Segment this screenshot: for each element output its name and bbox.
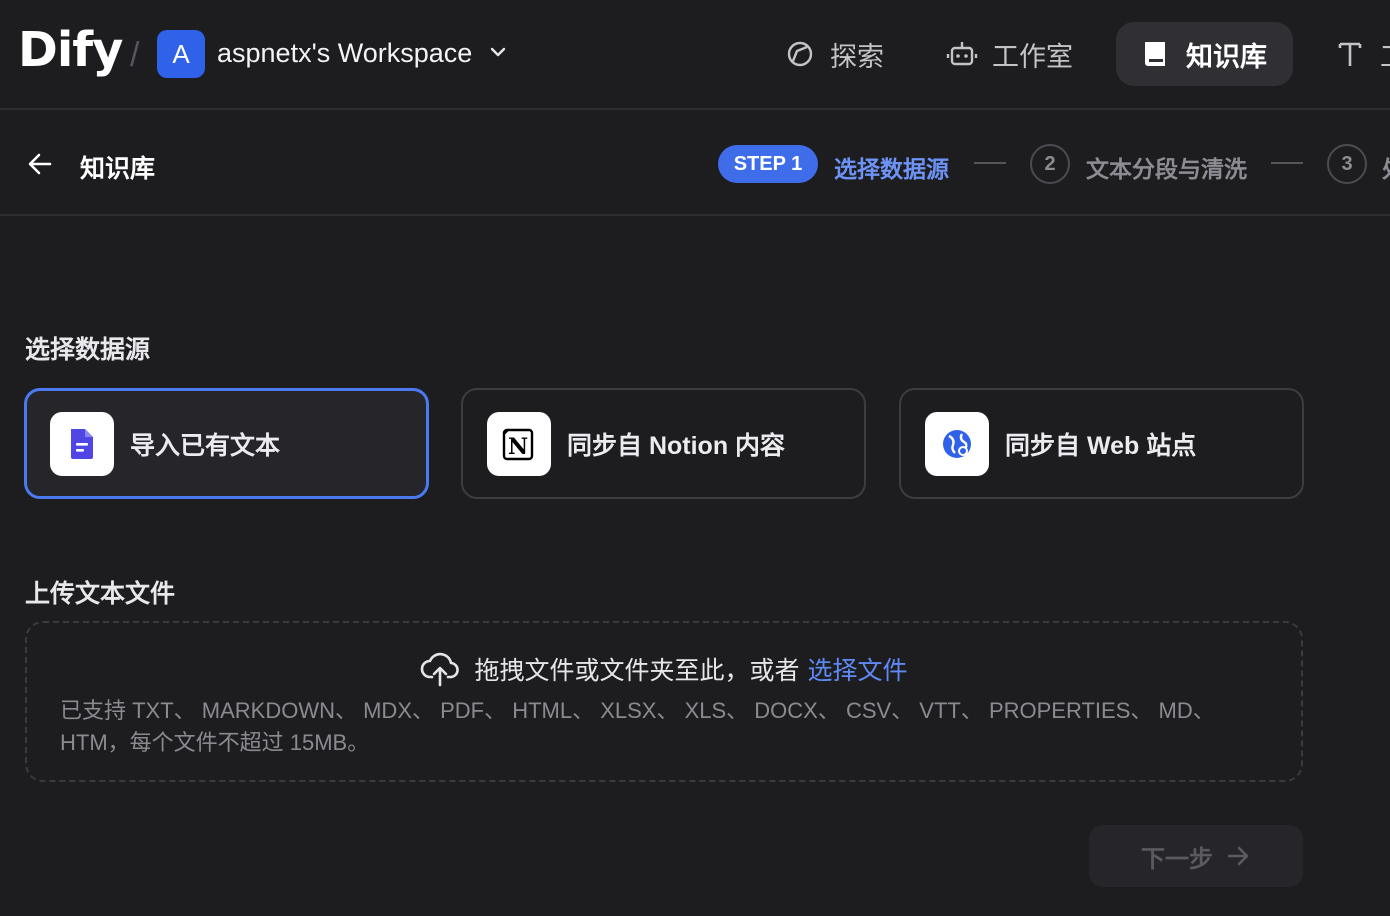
- top-navbar: Dify / A aspnetx's Workspace 探索 工作室 知识库: [0, 0, 1390, 110]
- book-icon: [1145, 42, 1165, 66]
- next-step-button[interactable]: 下一步: [1089, 825, 1303, 887]
- step3-label: 处: [1382, 150, 1390, 184]
- workspace-name[interactable]: aspnetx's Workspace: [217, 38, 472, 69]
- chevron-down-icon[interactable]: [488, 42, 508, 62]
- datasource-title: 选择数据源: [25, 336, 151, 364]
- step1-label: 选择数据源: [834, 156, 949, 182]
- tools-icon: [1338, 42, 1362, 66]
- step2-label: 文本分段与清洗: [1086, 156, 1247, 182]
- upload-title: 上传文本文件: [25, 580, 176, 608]
- nav-studio-label: 工作室: [992, 41, 1073, 72]
- drag-text: 拖拽文件或文件夹至此，或者: [474, 657, 800, 685]
- page-title: 知识库: [80, 155, 156, 183]
- cloud-upload-icon: [421, 652, 460, 687]
- source-option-file[interactable]: 导入已有文本: [24, 388, 429, 499]
- breadcrumb-separator: /: [130, 36, 140, 74]
- step1-badge: STEP 1: [718, 145, 818, 183]
- nav-explore[interactable]: 探索: [760, 22, 908, 86]
- supported-formats-text: 已支持 TXT、 MARKDOWN、 MDX、 PDF、 HTML、 XLSX、…: [60, 698, 1215, 755]
- nav-tools-label: 工: [1380, 35, 1390, 74]
- source-option-label: 同步自 Web 站点: [1005, 431, 1197, 460]
- step-header: 知识库 STEP 1 选择数据源 2 文本分段与清洗 3 处: [0, 112, 1390, 216]
- next-step-label: 下一步: [1141, 845, 1213, 873]
- notion-icon: N: [487, 411, 551, 476]
- source-option-label: 导入已有文本: [130, 431, 281, 460]
- arrow-left-icon[interactable]: [26, 150, 54, 178]
- workspace-avatar[interactable]: A: [157, 30, 205, 78]
- nav-knowledge[interactable]: 知识库: [1116, 22, 1293, 86]
- dify-logo[interactable]: Dify: [18, 22, 123, 78]
- source-option-notion[interactable]: N 同步自 Notion 内容: [461, 388, 866, 499]
- nav-studio[interactable]: 工作室: [922, 22, 1097, 86]
- select-file-link[interactable]: 选择文件: [808, 651, 908, 687]
- globe-icon: [925, 411, 989, 476]
- source-option-label: 同步自 Notion 内容: [567, 431, 786, 460]
- step3-number: 3: [1327, 144, 1367, 184]
- arrow-right-icon: [1227, 846, 1249, 866]
- nav-explore-label: 探索: [830, 41, 884, 72]
- compass-icon: [787, 41, 813, 67]
- dropzone-prompt: 拖拽文件或文件夹至此，或者 选择文件: [27, 649, 1301, 689]
- source-option-web[interactable]: 同步自 Web 站点: [899, 388, 1304, 499]
- svg-text:N: N: [508, 434, 528, 460]
- file-dropzone[interactable]: 拖拽文件或文件夹至此，或者 选择文件 已支持 TXT、 MARKDOWN、 MD…: [25, 621, 1303, 782]
- step-divider: [1271, 162, 1303, 164]
- robot-icon: [946, 42, 978, 66]
- file-text-icon: [50, 411, 114, 476]
- step-divider: [974, 162, 1006, 164]
- step2-number: 2: [1030, 144, 1070, 184]
- nav-tools[interactable]: 工: [1310, 22, 1390, 86]
- nav-knowledge-label: 知识库: [1186, 41, 1267, 72]
